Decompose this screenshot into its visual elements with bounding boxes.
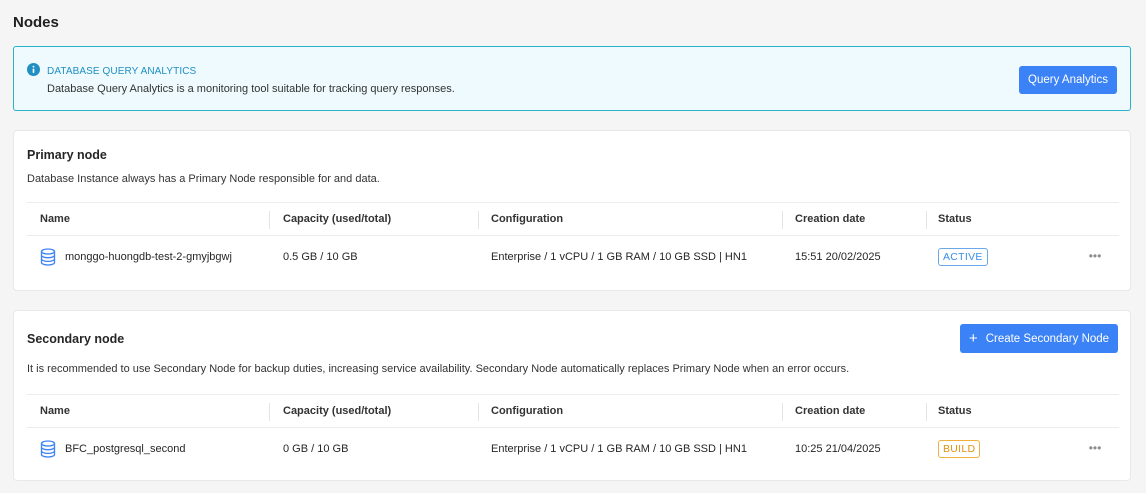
secondary-node-card: Secondary node + Create Secondary Node I… xyxy=(13,310,1131,481)
nodes-page: Nodes DATABASE QUERY ANALYTICS Database … xyxy=(0,0,1146,493)
column-header-capacity: Capacity (used/total) xyxy=(283,213,392,225)
column-divider xyxy=(478,403,479,421)
table-header: Name Capacity (used/total) Configuration… xyxy=(27,394,1119,428)
node-configuration: Enterprise / 1 vCPU / 1 GB RAM / 10 GB S… xyxy=(491,251,747,263)
column-header-name: Name xyxy=(40,405,70,417)
create-secondary-node-label: Create Secondary Node xyxy=(985,332,1110,345)
primary-node-title: Primary node xyxy=(27,148,107,162)
secondary-node-title: Secondary node xyxy=(27,332,125,346)
node-capacity: 0 GB / 10 GB xyxy=(283,443,349,455)
primary-node-description: Database Instance always has a Primary N… xyxy=(27,173,380,185)
secondary-node-description: It is recommended to use Secondary Node … xyxy=(27,363,850,375)
column-divider xyxy=(782,211,783,229)
page-title: Nodes xyxy=(13,14,59,31)
node-creation-date: 10:25 21/04/2025 xyxy=(795,443,881,455)
node-name: monggo-huongdb-test-2-gmyjbgwj xyxy=(65,251,232,263)
column-header-capacity: Capacity (used/total) xyxy=(283,405,392,417)
more-horizontal-icon[interactable]: ••• xyxy=(1087,442,1103,454)
table-row[interactable]: monggo-huongdb-test-2-gmyjbgwj 0.5 GB / … xyxy=(27,236,1119,278)
node-creation-date: 15:51 20/02/2025 xyxy=(795,251,881,263)
column-header-configuration: Configuration xyxy=(491,213,564,225)
plus-icon: + xyxy=(968,330,978,347)
database-icon xyxy=(40,440,56,458)
create-secondary-node-button[interactable]: + Create Secondary Node xyxy=(960,324,1118,353)
column-divider xyxy=(269,403,270,421)
column-header-name: Name xyxy=(40,213,70,225)
column-divider xyxy=(782,403,783,421)
status-badge: BUILD xyxy=(938,440,981,458)
column-header-status: Status xyxy=(938,213,972,225)
query-analytics-banner: DATABASE QUERY ANALYTICS Database Query … xyxy=(13,46,1131,111)
table-header: Name Capacity (used/total) Configuration… xyxy=(27,202,1119,236)
status-badge: ACTIVE xyxy=(938,248,988,266)
database-icon xyxy=(40,248,56,266)
more-horizontal-icon[interactable]: ••• xyxy=(1087,250,1103,262)
secondary-node-table: Name Capacity (used/total) Configuration… xyxy=(27,394,1119,470)
table-row[interactable]: BFC_postgresql_second 0 GB / 10 GB Enter… xyxy=(27,428,1119,470)
column-header-creation-date: Creation date xyxy=(795,213,866,225)
column-header-configuration: Configuration xyxy=(491,405,564,417)
primary-node-table: Name Capacity (used/total) Configuration… xyxy=(27,202,1119,278)
node-capacity: 0.5 GB / 10 GB xyxy=(283,251,358,263)
info-icon xyxy=(27,63,40,76)
query-analytics-button[interactable]: Query Analytics xyxy=(1019,66,1117,94)
column-divider xyxy=(926,211,927,229)
column-header-creation-date: Creation date xyxy=(795,405,866,417)
node-name: BFC_postgresql_second xyxy=(65,443,186,455)
primary-node-card: Primary node Database Instance always ha… xyxy=(13,130,1131,291)
banner-text: Database Query Analytics is a monitoring… xyxy=(47,83,455,95)
banner-title: DATABASE QUERY ANALYTICS xyxy=(47,66,197,77)
column-header-status: Status xyxy=(938,405,972,417)
column-divider xyxy=(926,403,927,421)
column-divider xyxy=(269,211,270,229)
column-divider xyxy=(478,211,479,229)
node-configuration: Enterprise / 1 vCPU / 1 GB RAM / 10 GB S… xyxy=(491,443,747,455)
